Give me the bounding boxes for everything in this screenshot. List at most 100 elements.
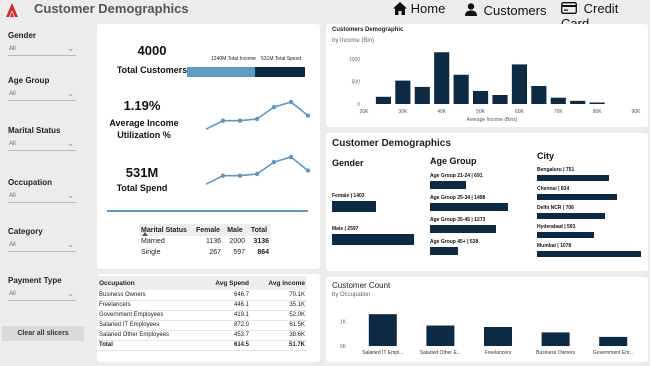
table-header[interactable]: Avg Spend: [199, 276, 251, 290]
bar-item[interactable]: Female | 1403: [332, 193, 377, 212]
bar-item[interactable]: Male | 2597: [332, 226, 414, 245]
occupation-bar[interactable]: [426, 325, 455, 346]
marital-status-matrix: Marital Status Female Male Total Married…: [139, 224, 271, 258]
table-header[interactable]: Occupation: [97, 276, 199, 290]
histogram-bar[interactable]: [531, 86, 547, 104]
sparkline-point: [305, 113, 311, 118]
x-tick-label: Salaried IT Empl...: [362, 350, 403, 356]
nav-home[interactable]: Home: [393, 1, 445, 16]
nav-home-label: Home: [410, 1, 446, 16]
bar: [430, 181, 466, 189]
slicer-payment-label: Payment Type: [8, 276, 62, 285]
age-bar-group: Age Group 21-24 | 691 Age Group 25-34 | 1…: [430, 173, 535, 268]
sparkline-point: [220, 173, 226, 178]
slicer-gender-dropdown[interactable]: All ⌄: [8, 44, 76, 56]
slicer-age-dropdown[interactable]: All ⌄: [8, 89, 76, 101]
y-tick-label: 0: [357, 102, 360, 108]
slicer-age-value: All: [9, 91, 16, 97]
histogram-bar[interactable]: [414, 86, 430, 104]
user-icon: [465, 3, 477, 16]
matrix-cell: 864: [257, 249, 269, 256]
x-tick-label: Business Owners: [536, 350, 575, 356]
total-spend-bar-label: 531M Total Spend: [261, 56, 302, 62]
slicer-gender-value: All: [9, 46, 16, 52]
bar-label: Chennai | 834: [537, 186, 570, 192]
matrix-header[interactable]: Male: [223, 224, 247, 236]
matrix-cell: 267: [209, 249, 221, 256]
occupation-bar[interactable]: [599, 336, 628, 346]
occupation-bar[interactable]: [484, 327, 512, 346]
city-bar-group: Bengaluru | 751 Chennai | 834 Delhi NCR | …: [537, 167, 647, 267]
y-tick-label: 1K: [340, 319, 347, 325]
chevron-down-icon: ⌄: [67, 191, 74, 200]
matrix-cell: 3136: [253, 238, 269, 245]
sparkline-point: [288, 154, 294, 160]
histogram-bar[interactable]: [550, 97, 566, 104]
bar-item[interactable]: Age Group 25-34 | 1498: [430, 195, 508, 211]
table-row: Business Owners 646.7 70.1K: [97, 290, 307, 300]
slicer-marital-dropdown[interactable]: All ⌄: [8, 139, 76, 151]
sort-arrow-icon: [142, 232, 148, 236]
kpi-divider: [107, 210, 308, 212]
bar: [430, 247, 458, 255]
table-cell: 52.0K: [289, 312, 305, 318]
table-cell: Salaried Other Employees: [99, 332, 170, 338]
slicer-gender-label: Gender: [8, 31, 37, 40]
slicer-payment-dropdown[interactable]: All ⌄: [8, 289, 76, 301]
occupation-table: Occupation Avg Spend Avg income Business…: [97, 276, 307, 351]
matrix-cell: Married: [141, 238, 165, 245]
nav-customers-label: Customers: [483, 3, 547, 18]
bar-item[interactable]: Delhi NCR | 706: [537, 205, 606, 219]
histogram-bar[interactable]: [472, 90, 489, 104]
matrix-header[interactable]: Female: [193, 224, 223, 236]
slicer-category-label: Category: [8, 227, 43, 236]
income-progress-bar: [187, 67, 305, 77]
x-tick-label: 80K: [593, 109, 603, 115]
bar-item[interactable]: Hyderabad | 593: [537, 224, 595, 238]
table-cell: Business Owners: [99, 291, 146, 298]
slicer-panel: Gender All ⌄ Age Group All ⌄ Marital Statu…: [0, 20, 84, 366]
table-cell: 51.7K: [288, 342, 305, 348]
table-cell: 419.1: [234, 312, 250, 318]
bar-item[interactable]: Chennai | 834: [537, 186, 618, 200]
nav-customers[interactable]: Customers: [465, 3, 546, 18]
table-cell: 872.0: [234, 322, 250, 328]
histogram-bar[interactable]: [434, 52, 450, 104]
x-tick-label: 50K: [476, 109, 486, 115]
matrix-header[interactable]: Total: [247, 224, 271, 236]
bar-label: Female | 1403: [332, 193, 365, 199]
slicer-marital-label: Marital Status: [8, 126, 61, 135]
histogram-bar[interactable]: [375, 96, 392, 104]
page-title: Customer Demographics: [34, 1, 189, 16]
table-cell: 446.1: [234, 302, 250, 308]
chart-title: Customers Demographic: [332, 27, 404, 33]
slicer-category-dropdown[interactable]: All ⌄: [8, 240, 76, 252]
histogram-bar[interactable]: [395, 80, 411, 104]
income-histogram: 0 500 1000 20K 30K 40K 50K 60K 70K 80K 90K Average …: [349, 52, 641, 123]
histogram-bar[interactable]: [492, 95, 508, 104]
histogram-bar[interactable]: [589, 102, 605, 105]
bar: [537, 194, 618, 200]
occupation-bar[interactable]: [541, 332, 570, 346]
sparkline-point: [305, 168, 311, 173]
table-header[interactable]: Avg income: [251, 276, 307, 290]
table-cell: 35.1K: [289, 302, 305, 308]
histogram-bar[interactable]: [570, 100, 586, 104]
slicer-occupation-dropdown[interactable]: All ⌄: [8, 191, 76, 203]
bar-item[interactable]: Mumbai | 1078: [537, 243, 641, 257]
table-cell: 38.6K: [289, 332, 305, 338]
bar-item[interactable]: Age Group 35-45 | 1273: [430, 217, 497, 233]
x-tick-label: 20K: [360, 109, 370, 115]
x-tick-label: 30K: [398, 109, 408, 115]
bar-item[interactable]: Bengaluru | 751: [537, 167, 610, 181]
histogram-bar[interactable]: [453, 74, 469, 104]
clear-slicers-button[interactable]: Clear all slicers: [2, 326, 84, 341]
demographics-title: Customer Demographics: [332, 138, 451, 149]
occupation-bar[interactable]: [368, 314, 397, 346]
credit-card-icon: [561, 2, 577, 14]
bar-item[interactable]: Age Group 45+ | 538: [430, 239, 478, 255]
table-cell: Total: [99, 342, 113, 348]
bar-item[interactable]: Age Group 21-24 | 691: [430, 173, 483, 189]
sparkline-point: [237, 173, 243, 178]
histogram-bar[interactable]: [511, 64, 528, 104]
